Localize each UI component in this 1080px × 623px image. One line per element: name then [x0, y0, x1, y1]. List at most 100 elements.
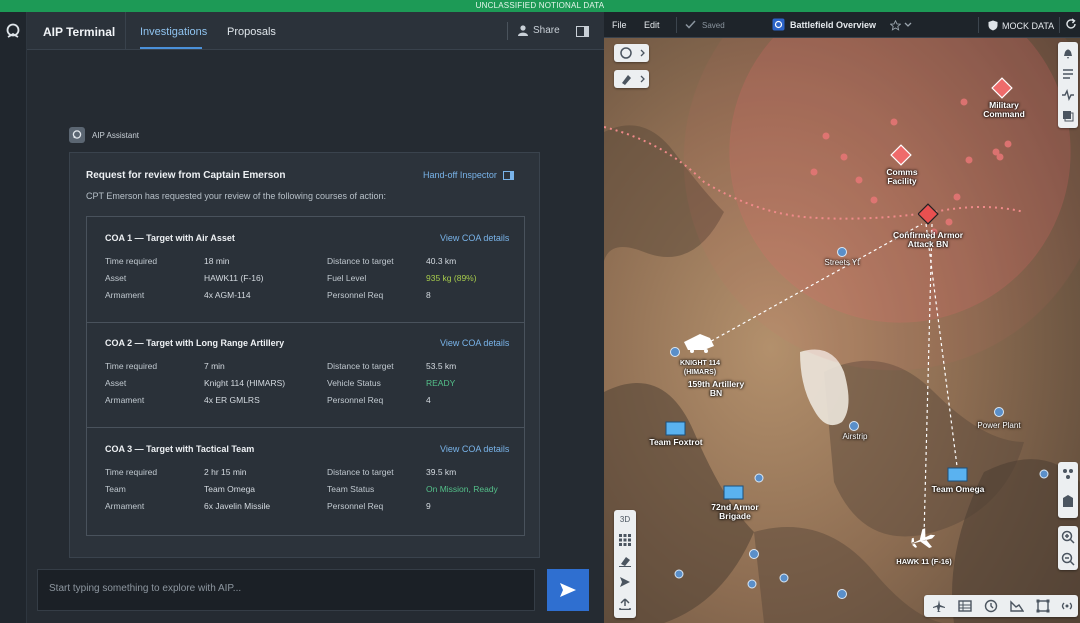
field-value: 39.5 km: [426, 467, 457, 477]
zoom-in-icon[interactable]: [1061, 530, 1075, 544]
panel-icon: [502, 170, 514, 180]
field-label: Fuel Level: [327, 273, 367, 283]
map-label-72nd-armor: 72nd Armor Brigade: [711, 502, 759, 521]
send-button[interactable]: [547, 569, 589, 611]
view-coa-details-link[interactable]: View COA details: [440, 444, 509, 454]
tab-proposals[interactable]: Proposals: [227, 26, 276, 38]
assistant-name: AIP Assistant: [92, 130, 139, 140]
field-label: Personnel Req: [327, 501, 384, 511]
field-label: Personnel Req: [327, 290, 384, 300]
field-value: 6x Javelin Missile: [204, 501, 271, 511]
field-label: Personnel Req: [327, 395, 384, 405]
chat-input[interactable]: Start typing something to explore with A…: [37, 569, 535, 611]
elevation-icon[interactable]: [1010, 599, 1024, 613]
draw-tool-button[interactable]: [614, 70, 649, 88]
field-label: Asset: [105, 378, 127, 388]
send-icon: [560, 583, 576, 597]
field-label: Armament: [105, 290, 145, 300]
view-coa-details-link[interactable]: View COA details: [440, 338, 509, 348]
chevron-down-icon[interactable]: [904, 22, 912, 28]
unit-marker[interactable]: [947, 467, 968, 482]
map-label-knight-114: KNIGHT 114 (HIMARS): [679, 360, 721, 376]
coa-list: COA 1 — Target with Air Asset View COA d…: [86, 216, 525, 536]
field-value: 4: [426, 395, 431, 405]
right-map-toolbar-mid: [1058, 462, 1078, 518]
field-value: 4x AGM-114: [204, 290, 251, 300]
field-label: Asset: [105, 273, 127, 283]
share-button[interactable]: Share: [518, 25, 560, 36]
team-status-value: On Mission, Ready: [426, 484, 498, 494]
coa-title: COA 1 — Target with Air Asset: [105, 233, 235, 243]
field-value: 18 min: [204, 256, 230, 266]
assistant-header: AIP Assistant: [69, 127, 139, 143]
map-label-comms-facility: Comms Facility: [886, 167, 918, 186]
eraser-icon[interactable]: [619, 555, 631, 567]
request-subtitle: CPT Emerson has requested your review of…: [86, 191, 386, 201]
building-icon[interactable]: [1062, 494, 1074, 508]
field-value: 4x ER GMLRS: [204, 395, 260, 405]
field-label: Distance to target: [327, 467, 394, 477]
fuel-level-value: 935 kg (89%): [426, 273, 477, 283]
handoff-inspector-link[interactable]: Hand-off Inspector: [423, 170, 514, 180]
navigate-icon[interactable]: [619, 576, 631, 588]
field-value: Team Omega: [204, 484, 256, 494]
zoom-out-icon[interactable]: [1061, 552, 1075, 566]
field-value: HAWK11 (F-16): [204, 273, 264, 283]
panel-toggle-icon[interactable]: [576, 26, 589, 37]
upload-icon[interactable]: [619, 598, 631, 610]
field-value: 53.5 km: [426, 361, 457, 371]
table-icon[interactable]: [958, 599, 972, 613]
right-map-toolbar-top: [1058, 42, 1078, 128]
view-coa-details-link[interactable]: View COA details: [440, 233, 509, 243]
star-icon[interactable]: [890, 20, 901, 31]
activity-icon[interactable]: [1062, 89, 1074, 101]
basemap-selector-button[interactable]: [614, 44, 649, 62]
unit-marker[interactable]: [665, 421, 686, 436]
signal-icon[interactable]: [1060, 599, 1074, 613]
select-area-icon[interactable]: [1036, 599, 1050, 613]
field-label: Time required: [105, 256, 158, 266]
shield-icon: [988, 20, 998, 31]
airplane-icon[interactable]: [932, 599, 946, 613]
3d-toggle-button[interactable]: 3D: [614, 515, 636, 524]
map-label-power-plant: Power Plant: [977, 421, 1021, 430]
list-icon[interactable]: [1062, 68, 1074, 80]
field-label: Time required: [105, 467, 158, 477]
classification-banner: UNCLASSIFIED NOTIONAL DATA: [0, 0, 1080, 12]
clock-icon[interactable]: [984, 599, 998, 613]
unit-marker[interactable]: [723, 485, 744, 500]
layers-icon[interactable]: [1062, 110, 1074, 122]
menu-edit[interactable]: Edit: [644, 20, 660, 30]
field-value: Knight 114 (HIMARS): [204, 378, 286, 388]
handoff-label: Hand-off Inspector: [423, 170, 497, 180]
field-label: Armament: [105, 395, 145, 405]
map-label-team-foxtrot: Team Foxtrot: [649, 437, 703, 447]
grid-icon[interactable]: [619, 534, 631, 546]
app-logo-icon[interactable]: [4, 22, 22, 40]
battlefield-map[interactable]: Military Command Comms Facility Confirme…: [604, 12, 1080, 623]
map-title: Battlefield Overview: [790, 20, 877, 30]
assistant-avatar: [69, 127, 85, 143]
field-value: 40.3 km: [426, 256, 457, 266]
coa-title: COA 3 — Target with Tactical Team: [105, 444, 255, 454]
coa-item: COA 3 — Target with Tactical Team View C…: [87, 428, 524, 534]
field-value: 2 hr 15 min: [204, 467, 247, 477]
menu-file[interactable]: File: [612, 20, 627, 30]
refresh-icon[interactable]: [1065, 18, 1077, 30]
field-label: Distance to target: [327, 256, 394, 266]
coa-item: COA 2 — Target with Long Range Artillery…: [87, 322, 524, 428]
field-value: 9: [426, 501, 431, 511]
field-label: Armament: [105, 501, 145, 511]
bell-icon[interactable]: [1062, 47, 1074, 59]
left-map-toolbar: 3D: [614, 510, 636, 618]
tab-investigations[interactable]: Investigations: [140, 26, 207, 38]
map-label-military-command: Military Command: [983, 100, 1025, 119]
left-rail: [0, 12, 27, 623]
coa-item: COA 1 — Target with Air Asset View COA d…: [87, 217, 524, 323]
user-icon: [518, 25, 528, 36]
map-label-streets: Streets Yt: [824, 258, 860, 267]
map-label-airstrip: Airstrip: [842, 432, 868, 441]
field-label: Time required: [105, 361, 158, 371]
cluster-icon[interactable]: [1062, 468, 1074, 480]
share-label: Share: [533, 25, 560, 36]
